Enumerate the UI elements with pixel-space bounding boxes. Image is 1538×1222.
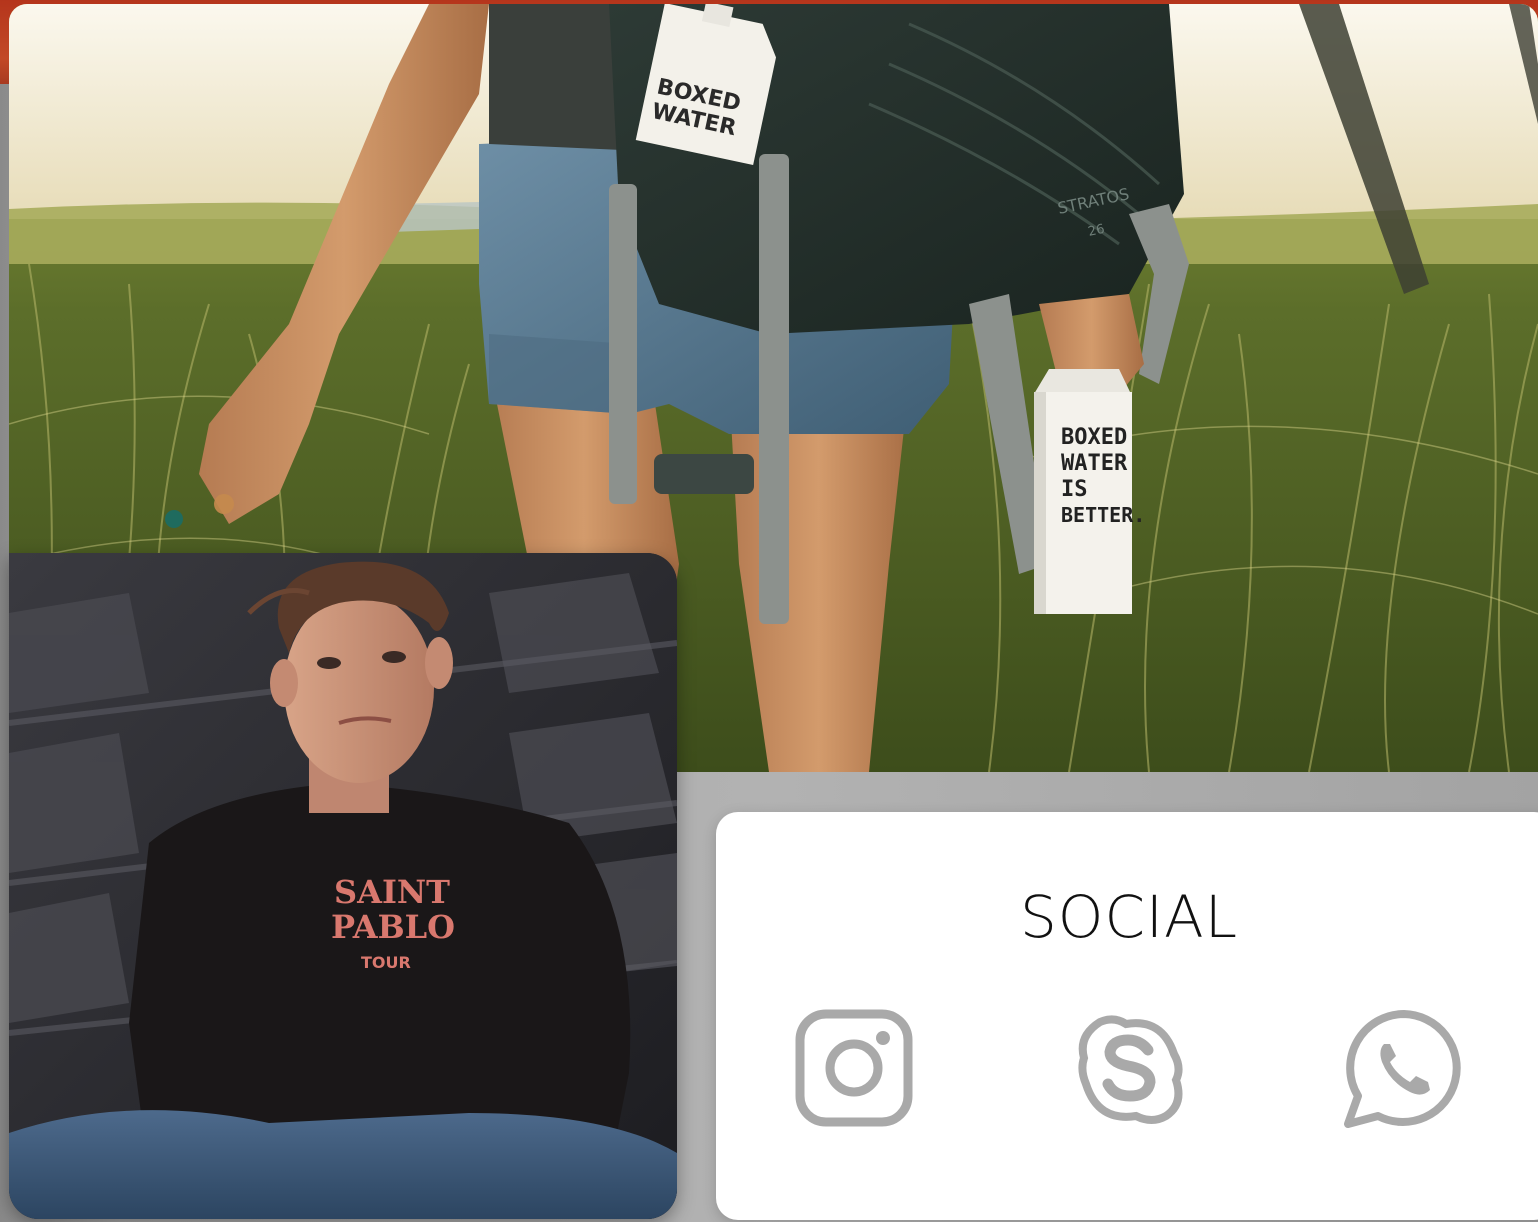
social-title: SOCIAL (1019, 883, 1239, 951)
shirt-text-line-1: SAINT (334, 873, 450, 911)
carton-text-line-4: BETTER. (1061, 503, 1145, 527)
shirt-text-line-3: TOUR (361, 953, 411, 972)
portrait-illustration: SAINT PABLO TOUR (9, 553, 677, 1219)
skype-icon[interactable] (1070, 1008, 1190, 1128)
instagram-icon[interactable] (794, 1008, 914, 1128)
whatsapp-icon[interactable] (1344, 1008, 1464, 1128)
carton-text-line-1: BOXED (1061, 425, 1127, 450)
portrait-photo: SAINT PABLO TOUR (9, 553, 677, 1219)
carton-text-line-3: IS (1061, 477, 1088, 502)
social-card: SOCIAL (716, 812, 1538, 1220)
shirt-text-line-2: PABLO (331, 908, 455, 946)
carton-text-line-2: WATER (1061, 451, 1128, 476)
